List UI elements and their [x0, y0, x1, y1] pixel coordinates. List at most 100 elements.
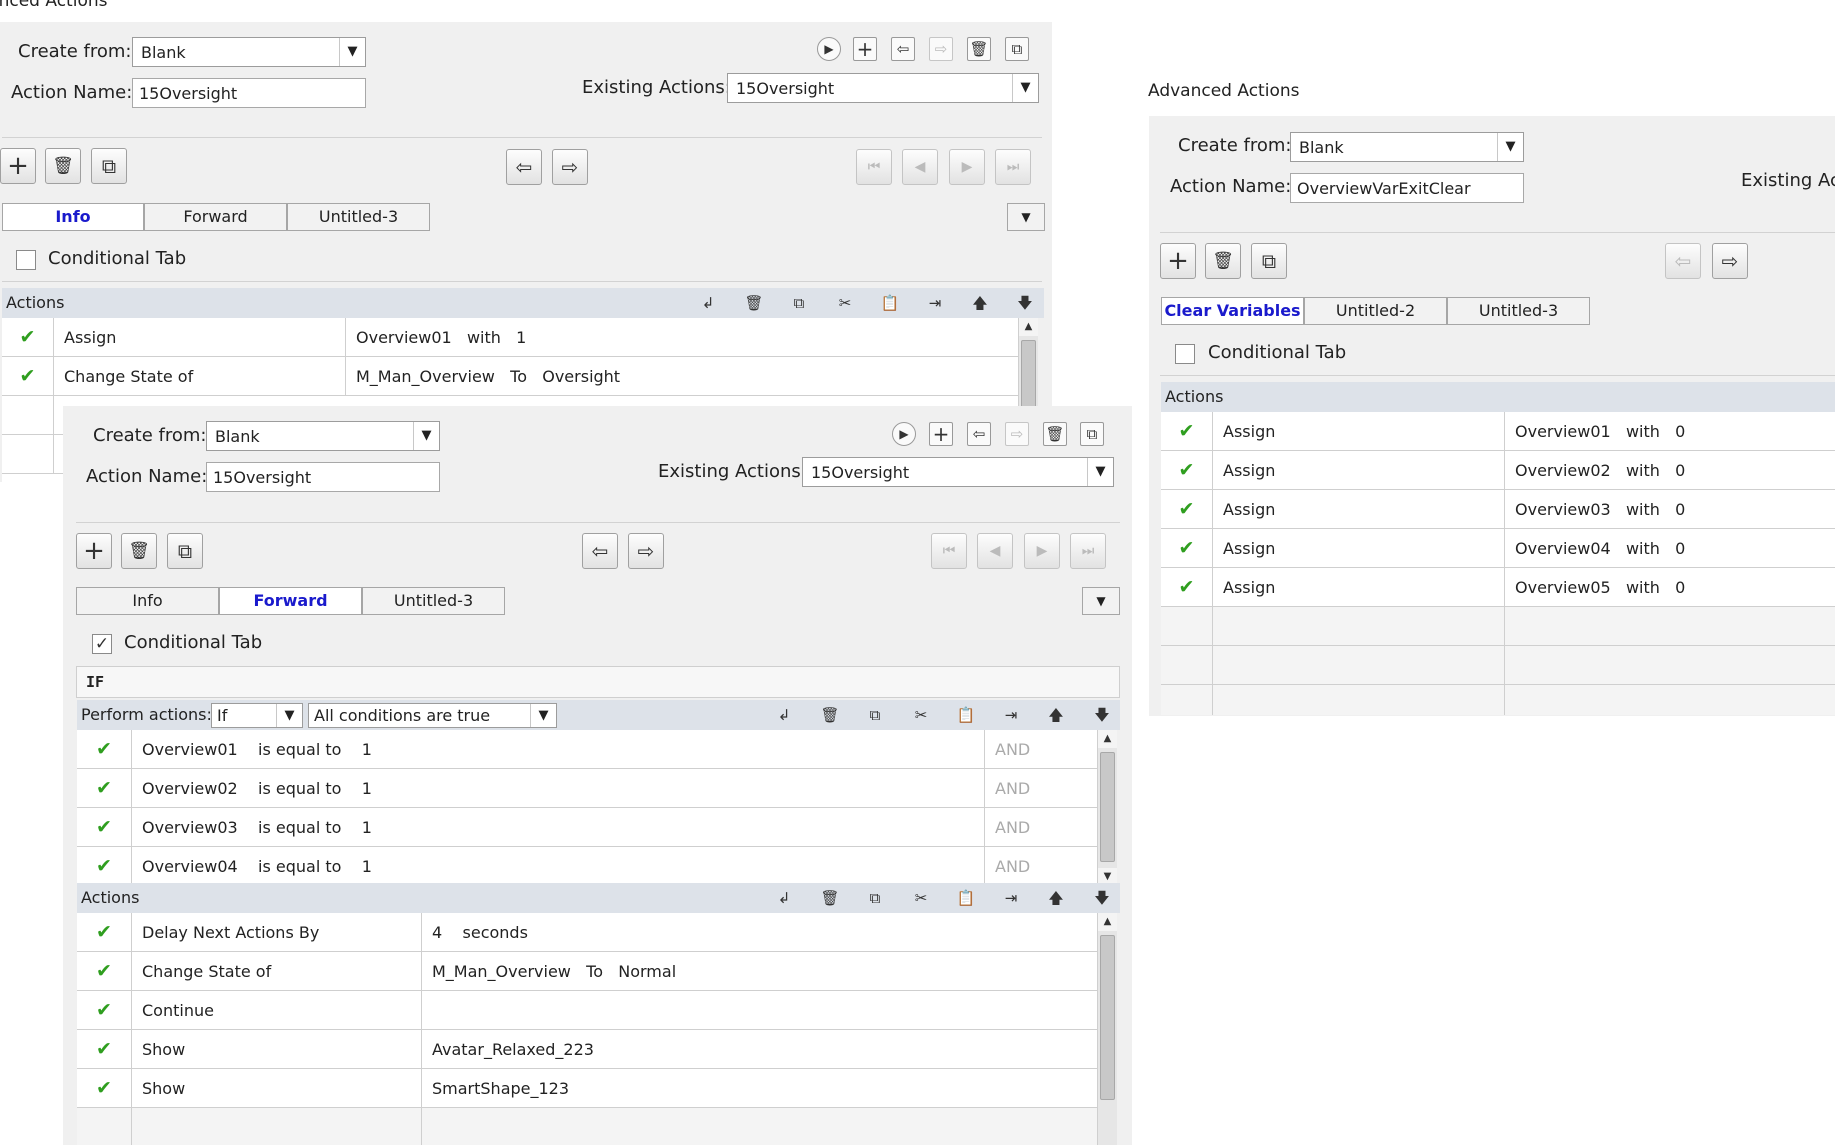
- panel-a-tab-forward[interactable]: Forward: [144, 203, 287, 231]
- condition-cell[interactable]: Overview04 is equal to 1: [132, 847, 985, 886]
- panel-b-condition-mode-arrow-icon[interactable]: ▼: [530, 704, 556, 727]
- panel-b-copy-row-icon[interactable]: ⧉: [865, 889, 885, 907]
- action-name-cell[interactable]: Assign: [1213, 490, 1505, 528]
- panel-b-paste-row-icon[interactable]: 📋: [956, 889, 976, 907]
- panel-a-create-from-arrow-icon[interactable]: ▼: [339, 38, 365, 66]
- panel-a-duplicate-action-icon[interactable]: ⧉: [1005, 37, 1029, 61]
- panel-a-cut-row-icon[interactable]: ✂: [835, 294, 855, 312]
- panel-c-import-block-button[interactable]: ⇦: [1665, 243, 1701, 279]
- panel-c-export-block-button[interactable]: ⇨: [1712, 243, 1748, 279]
- panel-c-conditional-tab-checkbox[interactable]: [1175, 344, 1195, 364]
- panel-b-indent-row-icon[interactable]: ⇥: [1001, 889, 1021, 907]
- panel-a-existing-actions-select[interactable]: 15Oversight ▼: [727, 73, 1039, 103]
- panel-a-conditional-tab-checkbox[interactable]: [16, 250, 36, 270]
- enabled-check-icon[interactable]: ✔: [1161, 490, 1213, 528]
- table-row[interactable]: ✔ Continue: [77, 991, 1097, 1030]
- action-detail-cell[interactable]: Overview01 with 0: [1505, 412, 1835, 450]
- panel-c-create-from-arrow-icon[interactable]: ▼: [1497, 133, 1523, 161]
- table-row[interactable]: ✔ Overview04 is equal to 1 AND: [77, 847, 1097, 886]
- panel-b-existing-actions-arrow-icon[interactable]: ▼: [1087, 458, 1113, 486]
- panel-b-conditions-scrollbar[interactable]: ▲ ▼: [1097, 730, 1117, 886]
- enabled-check-icon[interactable]: ✔: [77, 808, 132, 846]
- panel-b-action-name-input[interactable]: 15Oversight: [206, 462, 440, 492]
- action-name-cell[interactable]: Assign: [54, 318, 346, 356]
- panel-b-update-action-icon[interactable]: ⇦: [967, 422, 991, 446]
- panel-a-add-tab-button[interactable]: +: [0, 148, 36, 184]
- enabled-check-icon[interactable]: ✔: [77, 1030, 132, 1068]
- panel-b-tab-info[interactable]: Info: [76, 587, 219, 615]
- action-detail-cell[interactable]: SmartShape_123: [422, 1069, 1097, 1107]
- panel-b-create-from-select[interactable]: Blank ▼: [206, 421, 440, 451]
- enabled-check-icon[interactable]: ✔: [2, 318, 54, 356]
- panel-b-duplicate-action-icon[interactable]: ⧉: [1080, 422, 1104, 446]
- panel-a-insert-action-icon[interactable]: ↲: [698, 294, 718, 312]
- panel-b-first-tab-button[interactable]: ⏮: [931, 533, 967, 569]
- action-name-cell[interactable]: Change State of: [132, 952, 422, 990]
- enabled-check-icon[interactable]: ✔: [77, 991, 132, 1029]
- table-row[interactable]: ✔ Assign Overview02 with 0: [1161, 451, 1835, 490]
- scroll-up-icon[interactable]: ▲: [1098, 913, 1117, 931]
- condition-operator-cell[interactable]: AND: [985, 769, 1097, 807]
- panel-a-update-action-icon[interactable]: ⇦: [891, 37, 915, 61]
- panel-b-actions-scrollbar[interactable]: ▲: [1097, 913, 1117, 1145]
- panel-a-existing-actions-arrow-icon[interactable]: ▼: [1012, 74, 1038, 102]
- panel-a-tab-info[interactable]: Info: [2, 203, 144, 231]
- panel-b-tab-list-dropdown[interactable]: ▼: [1082, 587, 1120, 615]
- table-row[interactable]: ✔ Assign Overview05 with 0: [1161, 568, 1835, 607]
- action-name-cell[interactable]: Show: [132, 1030, 422, 1068]
- action-name-cell[interactable]: Show: [132, 1069, 422, 1107]
- panel-a-create-from-select[interactable]: Blank ▼: [132, 37, 366, 67]
- panel-b-cond-insert-icon[interactable]: ↲: [774, 706, 794, 724]
- action-detail-cell[interactable]: Overview04 with 0: [1505, 529, 1835, 567]
- panel-b-preview-play-icon[interactable]: ▶: [892, 422, 916, 446]
- condition-operator-cell[interactable]: AND: [985, 847, 1097, 886]
- enabled-check-icon[interactable]: ✔: [77, 769, 132, 807]
- panel-a-delete-row-icon[interactable]: 🗑: [744, 294, 764, 312]
- condition-operator-cell[interactable]: AND: [985, 730, 1097, 768]
- panel-b-perform-mode-arrow-icon[interactable]: ▼: [276, 704, 302, 727]
- panel-a-paste-row-icon[interactable]: 📋: [880, 294, 900, 312]
- scrollbar-thumb[interactable]: [1100, 752, 1115, 862]
- action-name-cell[interactable]: Assign: [1213, 529, 1505, 567]
- panel-a-save-as-new-icon[interactable]: +: [853, 37, 877, 61]
- panel-b-move-up-icon[interactable]: 🡅: [1046, 889, 1066, 907]
- table-row[interactable]: ✔ Assign Overview01 with 1: [2, 318, 1018, 357]
- enabled-check-icon[interactable]: ✔: [77, 1069, 132, 1107]
- panel-c-remove-tab-button[interactable]: 🗑: [1205, 243, 1241, 279]
- enabled-check-icon[interactable]: ✔: [2, 357, 54, 395]
- panel-b-condition-mode-select[interactable]: All conditions are true ▼: [308, 703, 557, 728]
- panel-b-import-block-button[interactable]: ⇦: [582, 533, 618, 569]
- action-detail-cell[interactable]: Overview03 with 0: [1505, 490, 1835, 528]
- table-row[interactable]: ✔ Show Avatar_Relaxed_223: [77, 1030, 1097, 1069]
- table-row[interactable]: ✔ Assign Overview01 with 0: [1161, 412, 1835, 451]
- enabled-check-icon[interactable]: ✔: [77, 847, 132, 886]
- panel-b-conditional-tab-checkbox[interactable]: ✓: [92, 634, 112, 654]
- panel-a-delete-action-icon[interactable]: 🗑: [967, 37, 991, 61]
- action-name-cell[interactable]: Change State of: [54, 357, 346, 395]
- panel-c-action-name-input[interactable]: OverviewVarExitClear: [1290, 173, 1524, 203]
- panel-c-copy-tab-button[interactable]: ⧉: [1251, 243, 1287, 279]
- panel-a-first-tab-button[interactable]: ⏮: [856, 149, 892, 185]
- action-name-cell[interactable]: Assign: [1213, 451, 1505, 489]
- table-row[interactable]: ✔ Overview02 is equal to 1 AND: [77, 769, 1097, 808]
- panel-b-tab-untitled-3[interactable]: Untitled-3: [362, 587, 505, 615]
- panel-a-next-tab-button[interactable]: ▶: [949, 149, 985, 185]
- panel-a-action-name-input[interactable]: 15Oversight: [132, 78, 366, 108]
- panel-b-remove-tab-button[interactable]: 🗑: [121, 533, 157, 569]
- panel-b-cond-cut-icon[interactable]: ✂: [911, 706, 931, 724]
- action-detail-cell[interactable]: M_Man_Overview To Normal: [422, 952, 1097, 990]
- condition-operator-cell[interactable]: AND: [985, 808, 1097, 846]
- panel-a-remove-tab-button[interactable]: 🗑: [45, 148, 81, 184]
- table-row[interactable]: ✔ Delay Next Actions By 4 seconds: [77, 913, 1097, 952]
- panel-b-delete-row-icon[interactable]: 🗑: [820, 889, 840, 907]
- panel-a-prev-tab-button[interactable]: ◀: [902, 149, 938, 185]
- panel-b-cond-indent-icon[interactable]: ⇥: [1001, 706, 1021, 724]
- action-name-cell[interactable]: Continue: [132, 991, 422, 1029]
- panel-b-cond-move-up-icon[interactable]: 🡅: [1046, 706, 1066, 724]
- panel-a-last-tab-button[interactable]: ⏭: [995, 149, 1031, 185]
- action-detail-cell[interactable]: [422, 991, 1097, 1029]
- panel-a-copy-tab-button[interactable]: ⧉: [91, 148, 127, 184]
- condition-cell[interactable]: Overview02 is equal to 1: [132, 769, 985, 807]
- panel-b-cond-delete-icon[interactable]: 🗑: [820, 706, 840, 724]
- scrollbar-thumb[interactable]: [1100, 935, 1115, 1100]
